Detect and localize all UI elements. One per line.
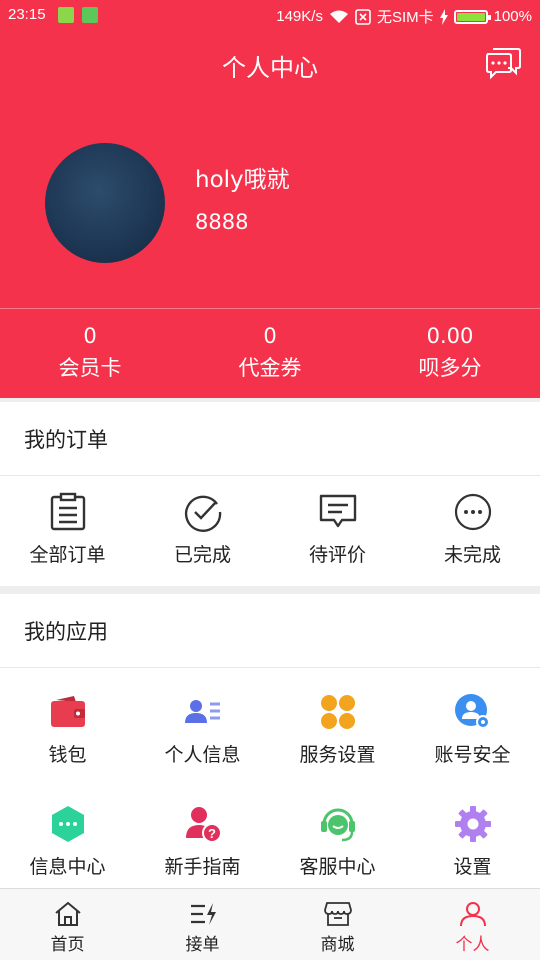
stat-value: 0 <box>83 324 97 348</box>
order-label: 全部订单 <box>29 544 106 566</box>
app-label: 信息中心 <box>29 856 106 878</box>
battery-level: 100% <box>493 8 532 25</box>
app-label: 设置 <box>453 856 492 878</box>
app-wallet[interactable]: 钱包 <box>0 692 135 767</box>
status-time: 23:15 <box>8 6 46 23</box>
order-label: 未完成 <box>443 544 501 566</box>
order-label: 已完成 <box>173 544 231 566</box>
app-label: 服务设置 <box>299 744 376 766</box>
wifi-icon <box>329 10 348 23</box>
account-security-icon <box>454 694 490 729</box>
profile-header: 23:15 149K/s 无SIM卡 100% 个人中心 holy哦就 8888… <box>0 0 540 398</box>
stat-membership-card[interactable]: 0 会员卡 <box>0 322 180 386</box>
page-title: 个人中心 <box>222 54 318 82</box>
network-speed: 149K/s <box>276 8 323 25</box>
tab-label: 商城 <box>320 935 355 955</box>
battery-icon <box>453 9 491 24</box>
bottom-tab-bar: 首页 接单 商城 个人 <box>0 888 540 960</box>
stat-value: 0 <box>263 324 277 348</box>
stat-label: 代金券 <box>238 356 302 380</box>
wallet-icon <box>50 696 85 727</box>
status-bar: 23:15 149K/s 无SIM卡 100% <box>0 0 540 32</box>
app-account-security[interactable]: 账号安全 <box>405 692 540 767</box>
svg-text:?: ? <box>208 826 216 841</box>
app-customer-service[interactable]: 客服中心 <box>270 804 405 879</box>
clipboard-icon <box>50 492 85 531</box>
app-label: 账号安全 <box>434 744 511 766</box>
user-card-icon <box>184 700 220 723</box>
app-personal-info[interactable]: 个人信息 <box>135 692 270 767</box>
no-sim-icon <box>355 8 371 25</box>
order-completed[interactable]: 已完成 <box>135 492 270 567</box>
tab-label: 个人 <box>455 935 490 955</box>
orders-title: 我的订单 <box>0 402 540 476</box>
comment-icon <box>319 494 356 528</box>
stat-label: 呗多分 <box>418 356 482 380</box>
app-label: 客服中心 <box>299 856 376 878</box>
app-service-settings[interactable]: 服务设置 <box>270 692 405 767</box>
sim-status: 无SIM卡 <box>376 9 434 26</box>
tab-label: 接单 <box>185 935 220 955</box>
app-message-center[interactable]: 信息中心 <box>0 804 135 879</box>
notification-icon <box>58 7 74 23</box>
avatar[interactable] <box>45 143 165 263</box>
message-button[interactable] <box>484 44 522 82</box>
charging-icon <box>439 8 448 25</box>
tab-orders[interactable]: 接单 <box>135 889 270 960</box>
app-label: 钱包 <box>48 744 87 766</box>
android-icon <box>82 7 98 23</box>
person-icon <box>459 902 486 927</box>
chat-bubbles-icon <box>486 48 521 80</box>
stat-voucher[interactable]: 0 代金券 <box>180 322 360 386</box>
tab-label: 首页 <box>50 935 85 955</box>
shop-icon <box>323 902 352 926</box>
stat-value: 0.00 <box>426 324 474 348</box>
orders-icon <box>190 903 216 925</box>
orders-section: 我的订单 全部订单 已完成 待评价 未完成 <box>0 402 540 586</box>
stat-label: 会员卡 <box>58 356 122 380</box>
order-unfinished[interactable]: 未完成 <box>405 492 540 567</box>
user-id: 8888 <box>195 210 249 234</box>
order-pending-review[interactable]: 待评价 <box>270 492 405 567</box>
tab-profile[interactable]: 个人 <box>405 889 540 960</box>
check-circle-icon <box>184 495 221 532</box>
headset-icon <box>320 808 355 842</box>
apps-title: 我的应用 <box>0 594 540 668</box>
more-circle-icon <box>454 493 491 531</box>
app-label: 新手指南 <box>164 856 241 878</box>
home-icon <box>54 901 81 926</box>
message-hexagon-icon <box>51 806 84 842</box>
tab-shop[interactable]: 商城 <box>270 889 405 960</box>
order-all[interactable]: 全部订单 <box>0 492 135 567</box>
order-label: 待评价 <box>308 544 366 566</box>
tab-home[interactable]: 首页 <box>0 889 135 960</box>
app-settings[interactable]: 设置 <box>405 804 540 879</box>
apps-section: 我的应用 钱包 个人信息 服务设置 账号安全 信息中心 ? 新手指南 客服中心 … <box>0 594 540 888</box>
app-label: 个人信息 <box>164 744 241 766</box>
gear-icon <box>454 806 491 842</box>
user-help-icon: ? <box>185 807 222 843</box>
stat-points[interactable]: 0.00 呗多分 <box>360 322 540 386</box>
app-beginner-guide[interactable]: ? 新手指南 <box>135 804 270 879</box>
stats-divider <box>0 308 540 309</box>
username: holy哦就 <box>195 167 290 193</box>
clover-icon <box>320 695 355 729</box>
